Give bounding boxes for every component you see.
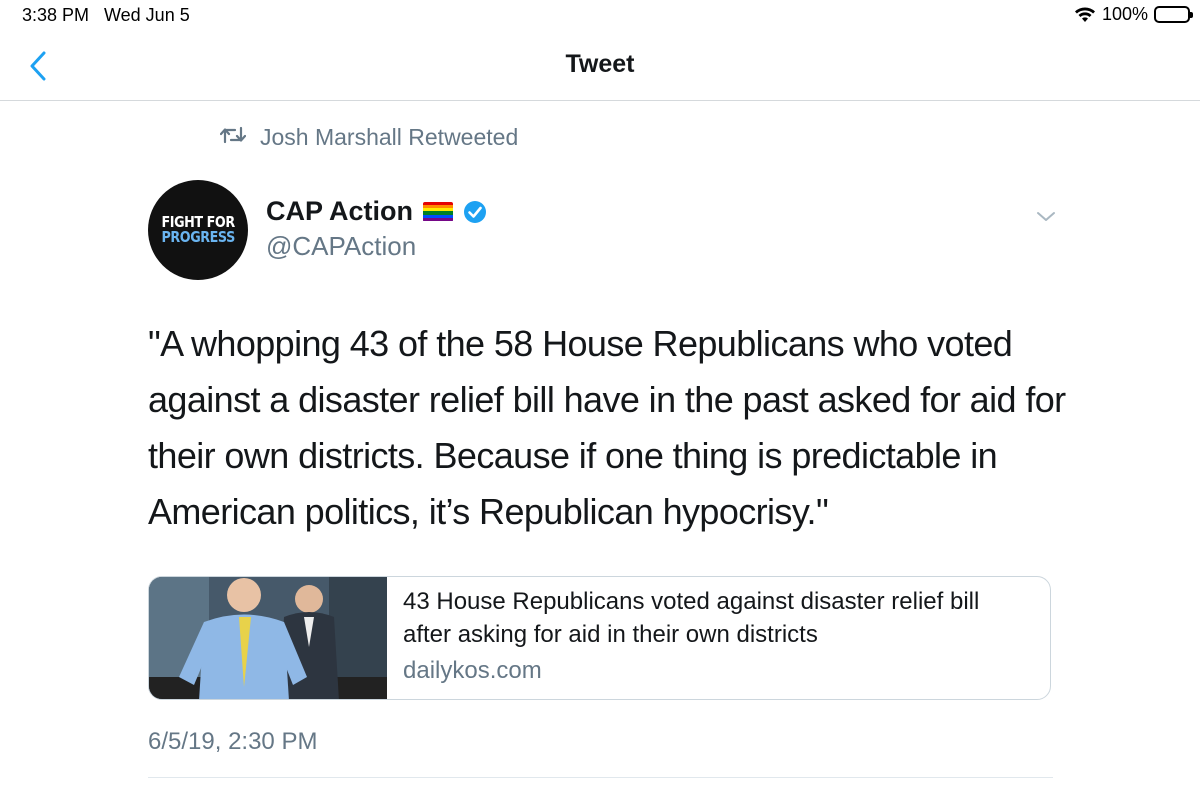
chevron-down-icon (1037, 212, 1055, 221)
status-bar: 3:38 PM Wed Jun 5 100% (0, 0, 1200, 32)
author-name-row: CAP Action (266, 196, 487, 227)
author-block[interactable]: CAP Action @CAPAction (266, 196, 487, 262)
avatar-line2: PROGRESS (161, 228, 235, 246)
link-card[interactable]: 43 House Republicans voted against disas… (148, 576, 1051, 700)
retweet-icon (219, 124, 247, 151)
card-domain: dailykos.com (403, 657, 542, 684)
navigation-bar: Tweet (0, 32, 1200, 101)
page-title: Tweet (565, 50, 635, 78)
tweet-options-button[interactable] (1034, 204, 1058, 228)
verified-badge-icon (463, 200, 487, 224)
card-title: 43 House Republicans voted against disas… (403, 588, 980, 648)
author-handle: @CAPAction (266, 231, 417, 261)
status-date: Wed Jun 5 (104, 5, 190, 25)
divider (148, 777, 1053, 778)
tweet-text: "A whopping 43 of the 58 House Republica… (148, 323, 1066, 532)
author-name: CAP Action (266, 196, 414, 226)
tweet-timestamp: 6/5/19, 2:30 PM (148, 728, 318, 755)
retweet-context[interactable]: Josh Marshall Retweeted (219, 124, 519, 151)
card-text: 43 House Republicans voted against disas… (387, 577, 1050, 699)
card-thumbnail (149, 577, 387, 699)
wifi-icon (1074, 7, 1096, 23)
battery-icon (1154, 6, 1193, 23)
status-time: 3:38 PM (22, 5, 90, 25)
rainbow-flag-icon (423, 201, 454, 222)
avatar[interactable]: FIGHT FOR PROGRESS (148, 180, 248, 280)
battery-percent: 100% (1101, 4, 1148, 24)
status-indicators: 100% (1074, 4, 1193, 25)
retweet-text: Josh Marshall Retweeted (260, 124, 519, 150)
